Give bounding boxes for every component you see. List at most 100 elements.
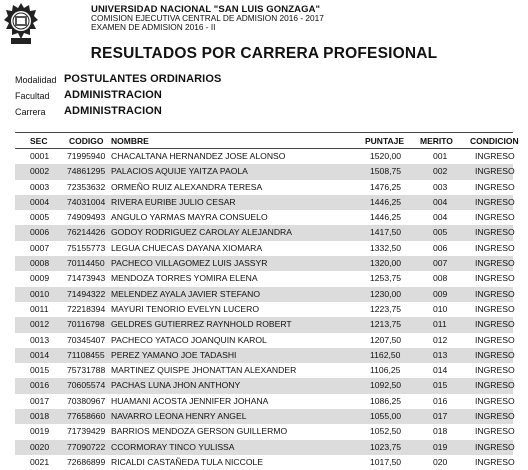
row-codigo: 71995940 (67, 151, 106, 161)
row-puntaje: 1253,75 (370, 273, 402, 284)
row-condicion: INGRESO (475, 319, 515, 330)
row-puntaje: 1052,50 (370, 426, 402, 437)
row-puntaje: 1162,50 (370, 349, 401, 360)
row-sec: 0020 (30, 441, 50, 452)
row-condicion: INGRESO (475, 441, 515, 452)
row-puntaje: 1508,75 (370, 166, 402, 177)
row-nombre: GELDRES GUTIERREZ RAYNHOLD ROBERT (111, 319, 292, 330)
row-puntaje: 1520,00 (370, 151, 402, 161)
table-row: 0008 70114450 PACHECO VILLAGOMEZ LUIS JASS… (15, 256, 515, 272)
row-condicion: INGRESO (475, 456, 515, 467)
row-sec: 0011 (30, 303, 49, 314)
row-nombre: PACHECO YATACO JOANQUIN KAROL (111, 334, 267, 345)
row-condicion: INGRESO (475, 303, 515, 314)
row-merito: 014 (433, 365, 448, 376)
row-codigo: 70116798 (67, 319, 105, 330)
header-merito: MERITO (420, 136, 453, 146)
row-sec: 0017 (30, 395, 50, 406)
row-condicion: INGRESO (475, 181, 515, 192)
row-puntaje: 1223,75 (370, 303, 402, 314)
row-nombre: MAYURI TENORIO EVELYN LUCERO (111, 303, 260, 314)
row-codigo: 72218394 (67, 303, 106, 314)
row-nombre: MARTINEZ QUISPE JHONATTAN ALEXANDER (111, 365, 297, 376)
row-condicion: INGRESO (475, 212, 515, 223)
row-condicion: INGRESO (475, 258, 515, 269)
row-sec: 0009 (30, 273, 50, 284)
row-condicion: INGRESO (475, 166, 515, 177)
row-condicion: INGRESO (475, 395, 515, 406)
row-codigo: 71108455 (67, 349, 105, 360)
row-puntaje: 1446,25 (370, 196, 402, 207)
header-puntaje: PUNTAJE (365, 136, 405, 146)
row-condicion: INGRESO (475, 196, 515, 207)
row-merito: 006 (433, 242, 448, 253)
row-merito: 012 (433, 334, 448, 345)
table-row: 0006 76214426 GODOY RODRIGUEZ CAROLAY ALEJ… (15, 225, 515, 241)
row-puntaje: 1417,50 (370, 227, 402, 238)
row-codigo: 71473943 (67, 273, 106, 284)
row-codigo: 75155773 (67, 242, 106, 253)
row-codigo: 72686899 (67, 456, 106, 467)
row-nombre: MENDOZA TORRES YOMIRA ELENA (111, 273, 258, 284)
table-row: 0016 70605574 PACHAS LUNA JHON ANTHONY 1092… (15, 378, 515, 394)
row-sec: 0002 (30, 166, 50, 177)
row-codigo: 71739429 (67, 426, 106, 437)
table-row: 0011 72218394 MAYURI TENORIO EVELYN LUCERO… (15, 302, 515, 317)
row-codigo: 77090722 (67, 441, 106, 452)
row-merito: 020 (433, 456, 448, 467)
table-row: 0014 71108455 PEREZ YAMANO JOE TADASHI 1162… (15, 347, 515, 364)
table-row: 0020 77090722 CCORMORAY TINCO YULISSA 1023,… (15, 439, 515, 455)
row-codigo: 74861295 (67, 166, 106, 177)
row-sec: 0013 (30, 334, 50, 345)
page-title: RESULTADOS POR CARRERA PROFESIONAL (90, 45, 438, 62)
row-puntaje: 1320,00 (370, 258, 402, 269)
facultad-value: ADMINISTRACION (64, 89, 162, 101)
modalidad-value: POSTULANTES ORDINARIOS (64, 73, 222, 85)
row-merito: 005 (433, 227, 448, 238)
table-row: 0010 71494322 MELENDEZ AYALA JAVIER STEFAN… (15, 286, 515, 302)
table-row: 0019 71739429 BARRIOS MENDOZA GERSON GUILL… (15, 424, 515, 439)
row-sec: 0007 (30, 242, 50, 253)
row-codigo: 70345407 (67, 334, 106, 345)
row-sec: 0003 (30, 181, 50, 192)
row-puntaje: 1230,00 (370, 288, 402, 299)
row-sec: 0006 (30, 227, 50, 238)
row-condicion: INGRESO (475, 411, 515, 422)
row-condicion: INGRESO (475, 151, 515, 161)
row-sec: 0005 (30, 212, 50, 223)
row-nombre: MELENDEZ AYALA JAVIER STEFANO (111, 288, 260, 299)
row-puntaje: 1106,25 (370, 365, 401, 376)
table-row: 0018 77658660 NAVARRO LEONA HENRY ANGEL 105… (15, 409, 515, 425)
row-merito: 004 (433, 212, 448, 223)
row-codigo: 70114450 (67, 258, 105, 269)
row-sec: 0018 (30, 411, 50, 422)
row-codigo: 70380967 (67, 395, 106, 406)
row-codigo: 74909493 (67, 212, 106, 223)
row-nombre: CCORMORAY TINCO YULISSA (111, 441, 235, 452)
row-nombre: HUAMANI ACOSTA JENNIFER JOHANA (111, 395, 269, 406)
row-sec: 0001 (30, 151, 50, 161)
row-sec: 0016 (30, 380, 50, 391)
row-sec: 0012 (30, 319, 50, 330)
results-table-body: 0001 71995940 CHACALTANA HERNANDEZ JOSE AL… (15, 149, 515, 470)
row-merito: 015 (433, 380, 448, 391)
row-merito: 003 (433, 181, 448, 192)
row-condicion: INGRESO (475, 426, 515, 437)
row-condicion: INGRESO (475, 273, 515, 284)
row-sec: 0015 (30, 365, 50, 376)
carrera-label: Carrera (15, 107, 46, 117)
table-row: 0021 72686899 RICALDI CASTAÑEDA TULA NICCO… (15, 455, 515, 470)
row-nombre: PACHAS LUNA JHON ANTHONY (111, 380, 241, 391)
table-row: 0004 74031004 RIVERA EURIBE JULIO CESAR 144… (15, 194, 515, 211)
row-codigo: 71494322 (67, 288, 106, 299)
row-puntaje: 1332,50 (370, 242, 402, 253)
row-nombre: ORMEÑO RUIZ ALEXANDRA TERESA (111, 181, 263, 192)
header-codigo: CODIGO (69, 136, 104, 146)
row-nombre: RIVERA EURIBE JULIO CESAR (111, 196, 236, 207)
row-condicion: INGRESO (475, 349, 515, 360)
table-row: 0005 74909493 ANGULO YARMAS MAYRA CONSUELO… (15, 210, 515, 225)
university-seal-logo (4, 3, 38, 44)
row-codigo: 75731788 (67, 365, 106, 376)
row-merito: 004 (433, 196, 448, 207)
row-nombre: PALACIOS AQUIJE YAITZA PAOLA (111, 166, 248, 177)
